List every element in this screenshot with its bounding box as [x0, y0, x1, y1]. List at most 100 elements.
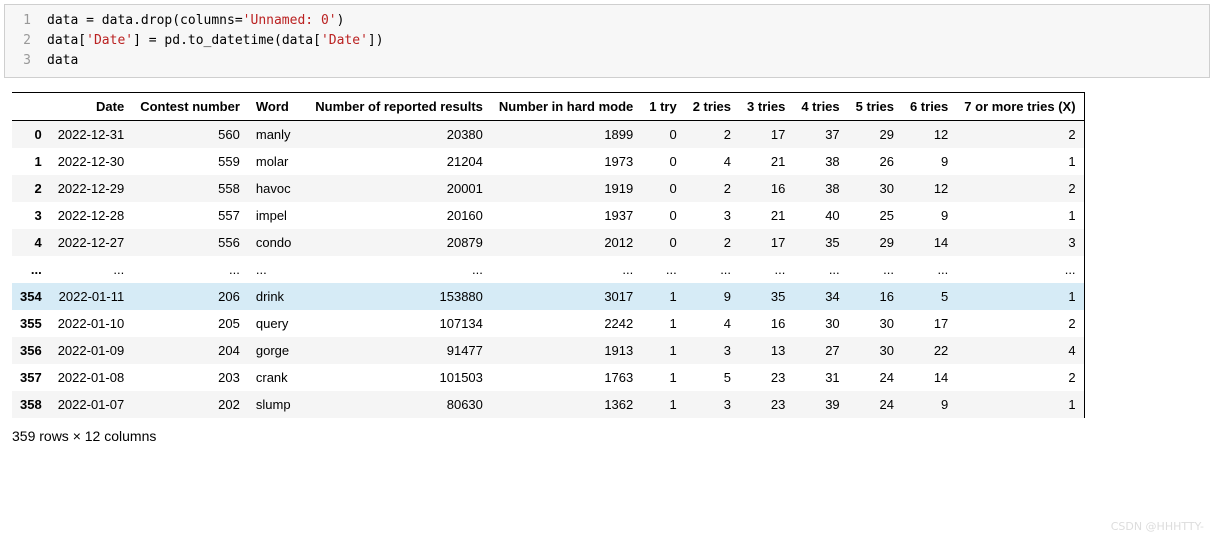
- code-line[interactable]: data = data.drop(columns='Unnamed: 0'): [47, 11, 384, 31]
- cell-2tries: 3: [685, 391, 739, 418]
- col-reported: Number of reported results: [307, 93, 491, 121]
- table-row[interactable]: 42022-12-27556condo20879201202173529143: [12, 229, 1084, 256]
- code-line[interactable]: data['Date'] = pd.to_datetime(data['Date…: [47, 31, 384, 51]
- table-row[interactable]: .......................................: [12, 256, 1084, 283]
- row-index: 356: [12, 337, 50, 364]
- cell-3tries: 23: [739, 391, 793, 418]
- cell-7tries: 2: [956, 310, 1084, 337]
- cell-6tries: 5: [902, 283, 956, 310]
- cell-date: 2022-12-30: [50, 148, 133, 175]
- table-row[interactable]: 3552022-01-10205query1071342242141630301…: [12, 310, 1084, 337]
- cell-date: 2022-12-28: [50, 202, 133, 229]
- cell-4tries: 30: [793, 310, 847, 337]
- cell-word: slump: [248, 391, 307, 418]
- cell-1try: 0: [641, 148, 684, 175]
- cell-date: 2022-01-11: [50, 283, 133, 310]
- cell-3tries: 23: [739, 364, 793, 391]
- cell-word: drink: [248, 283, 307, 310]
- col-7tries: 7 or more tries (X): [956, 93, 1084, 121]
- cell-4tries: 40: [793, 202, 847, 229]
- cell-6tries: 9: [902, 148, 956, 175]
- cell-1try: ...: [641, 256, 684, 283]
- cell-hard: ...: [491, 256, 641, 283]
- cell-6tries: 12: [902, 121, 956, 149]
- col-date: Date: [50, 93, 133, 121]
- cell-hard: 1763: [491, 364, 641, 391]
- cell-6tries: ...: [902, 256, 956, 283]
- cell-contest: 203: [132, 364, 248, 391]
- cell-3tries: 35: [739, 283, 793, 310]
- cell-word: molar: [248, 148, 307, 175]
- cell-word: manly: [248, 121, 307, 149]
- table-row[interactable]: 3572022-01-08203crank1015031763152331241…: [12, 364, 1084, 391]
- cell-contest: 560: [132, 121, 248, 149]
- row-index: 4: [12, 229, 50, 256]
- cell-5tries: 30: [848, 310, 902, 337]
- cell-6tries: 17: [902, 310, 956, 337]
- cell-contest: 559: [132, 148, 248, 175]
- table-row[interactable]: 3542022-01-11206drink1538803017193534165…: [12, 283, 1084, 310]
- col-hard: Number in hard mode: [491, 93, 641, 121]
- cell-reported: 101503: [307, 364, 491, 391]
- table-row[interactable]: 22022-12-29558havoc20001191902163830122: [12, 175, 1084, 202]
- cell-4tries: 39: [793, 391, 847, 418]
- output-area: Date Contest number Word Number of repor…: [4, 92, 1210, 444]
- cell-contest: 556: [132, 229, 248, 256]
- cell-hard: 1937: [491, 202, 641, 229]
- col-5tries: 5 tries: [848, 93, 902, 121]
- cell-word: crank: [248, 364, 307, 391]
- cell-2tries: 3: [685, 337, 739, 364]
- cell-3tries: 16: [739, 310, 793, 337]
- code-editor[interactable]: data = data.drop(columns='Unnamed: 0')da…: [39, 5, 392, 77]
- line-number: 1: [5, 11, 39, 31]
- cell-hard: 1913: [491, 337, 641, 364]
- code-gutter: 1 2 3: [5, 5, 39, 77]
- cell-date: 2022-12-29: [50, 175, 133, 202]
- cell-3tries: ...: [739, 256, 793, 283]
- cell-date: 2022-01-10: [50, 310, 133, 337]
- cell-5tries: 16: [848, 283, 902, 310]
- cell-reported: 91477: [307, 337, 491, 364]
- cell-contest: 204: [132, 337, 248, 364]
- table-row[interactable]: 02022-12-31560manly20380189902173729122: [12, 121, 1084, 149]
- cell-1try: 1: [641, 337, 684, 364]
- cell-6tries: 14: [902, 229, 956, 256]
- col-contest: Contest number: [132, 93, 248, 121]
- cell-contest: 557: [132, 202, 248, 229]
- cell-1try: 0: [641, 229, 684, 256]
- cell-hard: 1919: [491, 175, 641, 202]
- table-header-row: Date Contest number Word Number of repor…: [12, 93, 1084, 121]
- table-row[interactable]: 32022-12-28557impel2016019370321402591: [12, 202, 1084, 229]
- col-1try: 1 try: [641, 93, 684, 121]
- cell-3tries: 21: [739, 148, 793, 175]
- row-index: 3: [12, 202, 50, 229]
- row-index: 0: [12, 121, 50, 149]
- cell-7tries: 1: [956, 202, 1084, 229]
- cell-5tries: 24: [848, 364, 902, 391]
- row-index: 357: [12, 364, 50, 391]
- cell-6tries: 22: [902, 337, 956, 364]
- cell-7tries: 4: [956, 337, 1084, 364]
- cell-6tries: 9: [902, 391, 956, 418]
- cell-2tries: 2: [685, 175, 739, 202]
- table-row[interactable]: 3582022-01-07202slump8063013621323392491: [12, 391, 1084, 418]
- cell-1try: 1: [641, 310, 684, 337]
- cell-contest: ...: [132, 256, 248, 283]
- code-cell[interactable]: 1 2 3 data = data.drop(columns='Unnamed:…: [4, 4, 1210, 78]
- cell-contest: 205: [132, 310, 248, 337]
- cell-1try: 0: [641, 175, 684, 202]
- cell-date: ...: [50, 256, 133, 283]
- cell-4tries: 34: [793, 283, 847, 310]
- watermark: CSDN @HHHTTY-: [1111, 520, 1204, 533]
- row-index: ...: [12, 256, 50, 283]
- cell-hard: 2242: [491, 310, 641, 337]
- cell-3tries: 13: [739, 337, 793, 364]
- cell-word: impel: [248, 202, 307, 229]
- table-row[interactable]: 3562022-01-09204gorge9147719131313273022…: [12, 337, 1084, 364]
- cell-6tries: 14: [902, 364, 956, 391]
- cell-7tries: 1: [956, 391, 1084, 418]
- cell-contest: 558: [132, 175, 248, 202]
- table-row[interactable]: 12022-12-30559molar2120419730421382691: [12, 148, 1084, 175]
- code-line[interactable]: data: [47, 51, 384, 71]
- line-number: 2: [5, 31, 39, 51]
